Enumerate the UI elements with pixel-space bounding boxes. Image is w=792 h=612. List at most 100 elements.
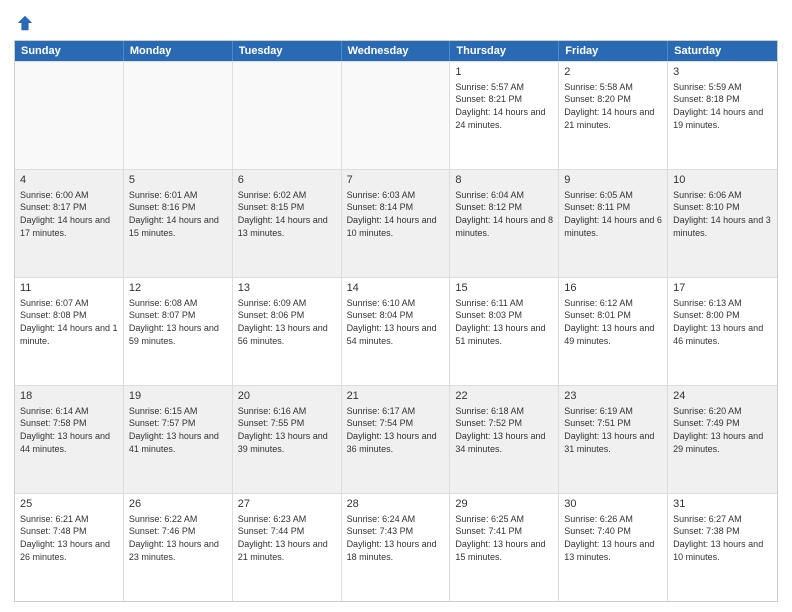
calendar-cell: 28Sunrise: 6:24 AM Sunset: 7:43 PM Dayli…	[342, 494, 451, 601]
calendar-cell-empty	[124, 62, 233, 169]
day-info: Sunrise: 5:57 AM Sunset: 8:21 PM Dayligh…	[455, 81, 553, 131]
calendar-cell: 15Sunrise: 6:11 AM Sunset: 8:03 PM Dayli…	[450, 278, 559, 385]
calendar-row: 18Sunrise: 6:14 AM Sunset: 7:58 PM Dayli…	[15, 385, 777, 493]
day-info: Sunrise: 6:26 AM Sunset: 7:40 PM Dayligh…	[564, 513, 662, 563]
day-info: Sunrise: 6:11 AM Sunset: 8:03 PM Dayligh…	[455, 297, 553, 347]
calendar-cell: 8Sunrise: 6:04 AM Sunset: 8:12 PM Daylig…	[450, 170, 559, 277]
day-number: 28	[347, 497, 445, 512]
calendar-cell-empty	[342, 62, 451, 169]
day-info: Sunrise: 6:22 AM Sunset: 7:46 PM Dayligh…	[129, 513, 227, 563]
day-number: 20	[238, 389, 336, 404]
calendar-cell: 31Sunrise: 6:27 AM Sunset: 7:38 PM Dayli…	[668, 494, 777, 601]
day-info: Sunrise: 6:12 AM Sunset: 8:01 PM Dayligh…	[564, 297, 662, 347]
day-info: Sunrise: 6:09 AM Sunset: 8:06 PM Dayligh…	[238, 297, 336, 347]
calendar-row: 1Sunrise: 5:57 AM Sunset: 8:21 PM Daylig…	[15, 61, 777, 169]
calendar-cell: 19Sunrise: 6:15 AM Sunset: 7:57 PM Dayli…	[124, 386, 233, 493]
day-number: 23	[564, 389, 662, 404]
calendar-cell: 29Sunrise: 6:25 AM Sunset: 7:41 PM Dayli…	[450, 494, 559, 601]
day-info: Sunrise: 6:06 AM Sunset: 8:10 PM Dayligh…	[673, 189, 772, 239]
day-info: Sunrise: 6:05 AM Sunset: 8:11 PM Dayligh…	[564, 189, 662, 239]
calendar-cell: 9Sunrise: 6:05 AM Sunset: 8:11 PM Daylig…	[559, 170, 668, 277]
day-number: 27	[238, 497, 336, 512]
calendar-cell: 1Sunrise: 5:57 AM Sunset: 8:21 PM Daylig…	[450, 62, 559, 169]
day-number: 14	[347, 281, 445, 296]
calendar-cell: 13Sunrise: 6:09 AM Sunset: 8:06 PM Dayli…	[233, 278, 342, 385]
day-info: Sunrise: 6:08 AM Sunset: 8:07 PM Dayligh…	[129, 297, 227, 347]
day-number: 9	[564, 173, 662, 188]
calendar-cell: 18Sunrise: 6:14 AM Sunset: 7:58 PM Dayli…	[15, 386, 124, 493]
calendar-cell: 24Sunrise: 6:20 AM Sunset: 7:49 PM Dayli…	[668, 386, 777, 493]
calendar-row: 11Sunrise: 6:07 AM Sunset: 8:08 PM Dayli…	[15, 277, 777, 385]
logo	[14, 10, 34, 32]
calendar-header-cell: Tuesday	[233, 41, 342, 61]
logo-text	[14, 14, 34, 32]
day-number: 26	[129, 497, 227, 512]
day-number: 25	[20, 497, 118, 512]
day-info: Sunrise: 6:19 AM Sunset: 7:51 PM Dayligh…	[564, 405, 662, 455]
day-info: Sunrise: 5:59 AM Sunset: 8:18 PM Dayligh…	[673, 81, 772, 131]
day-number: 30	[564, 497, 662, 512]
day-number: 2	[564, 65, 662, 80]
calendar-cell: 22Sunrise: 6:18 AM Sunset: 7:52 PM Dayli…	[450, 386, 559, 493]
day-info: Sunrise: 6:03 AM Sunset: 8:14 PM Dayligh…	[347, 189, 445, 239]
day-number: 7	[347, 173, 445, 188]
calendar-cell: 2Sunrise: 5:58 AM Sunset: 8:20 PM Daylig…	[559, 62, 668, 169]
calendar-cell: 26Sunrise: 6:22 AM Sunset: 7:46 PM Dayli…	[124, 494, 233, 601]
calendar-header-cell: Sunday	[15, 41, 124, 61]
day-number: 22	[455, 389, 553, 404]
calendar-cell: 6Sunrise: 6:02 AM Sunset: 8:15 PM Daylig…	[233, 170, 342, 277]
calendar-cell: 20Sunrise: 6:16 AM Sunset: 7:55 PM Dayli…	[233, 386, 342, 493]
day-info: Sunrise: 6:00 AM Sunset: 8:17 PM Dayligh…	[20, 189, 118, 239]
day-number: 3	[673, 65, 772, 80]
day-number: 6	[238, 173, 336, 188]
day-number: 29	[455, 497, 553, 512]
day-number: 15	[455, 281, 553, 296]
calendar: SundayMondayTuesdayWednesdayThursdayFrid…	[14, 40, 778, 602]
calendar-header: SundayMondayTuesdayWednesdayThursdayFrid…	[15, 41, 777, 61]
calendar-row: 25Sunrise: 6:21 AM Sunset: 7:48 PM Dayli…	[15, 493, 777, 601]
calendar-cell: 30Sunrise: 6:26 AM Sunset: 7:40 PM Dayli…	[559, 494, 668, 601]
calendar-cell: 25Sunrise: 6:21 AM Sunset: 7:48 PM Dayli…	[15, 494, 124, 601]
calendar-header-cell: Wednesday	[342, 41, 451, 61]
day-info: Sunrise: 6:02 AM Sunset: 8:15 PM Dayligh…	[238, 189, 336, 239]
calendar-cell: 23Sunrise: 6:19 AM Sunset: 7:51 PM Dayli…	[559, 386, 668, 493]
day-number: 31	[673, 497, 772, 512]
day-info: Sunrise: 6:14 AM Sunset: 7:58 PM Dayligh…	[20, 405, 118, 455]
calendar-cell: 5Sunrise: 6:01 AM Sunset: 8:16 PM Daylig…	[124, 170, 233, 277]
calendar-header-cell: Monday	[124, 41, 233, 61]
calendar-header-cell: Saturday	[668, 41, 777, 61]
calendar-cell: 10Sunrise: 6:06 AM Sunset: 8:10 PM Dayli…	[668, 170, 777, 277]
day-number: 10	[673, 173, 772, 188]
calendar-cell: 7Sunrise: 6:03 AM Sunset: 8:14 PM Daylig…	[342, 170, 451, 277]
calendar-header-cell: Friday	[559, 41, 668, 61]
calendar-cell: 11Sunrise: 6:07 AM Sunset: 8:08 PM Dayli…	[15, 278, 124, 385]
day-info: Sunrise: 6:17 AM Sunset: 7:54 PM Dayligh…	[347, 405, 445, 455]
logo-icon	[16, 14, 34, 32]
day-number: 18	[20, 389, 118, 404]
calendar-cell: 16Sunrise: 6:12 AM Sunset: 8:01 PM Dayli…	[559, 278, 668, 385]
day-info: Sunrise: 6:04 AM Sunset: 8:12 PM Dayligh…	[455, 189, 553, 239]
day-info: Sunrise: 6:10 AM Sunset: 8:04 PM Dayligh…	[347, 297, 445, 347]
day-number: 12	[129, 281, 227, 296]
day-info: Sunrise: 6:13 AM Sunset: 8:00 PM Dayligh…	[673, 297, 772, 347]
day-info: Sunrise: 6:01 AM Sunset: 8:16 PM Dayligh…	[129, 189, 227, 239]
calendar-cell: 27Sunrise: 6:23 AM Sunset: 7:44 PM Dayli…	[233, 494, 342, 601]
day-number: 1	[455, 65, 553, 80]
calendar-cell: 4Sunrise: 6:00 AM Sunset: 8:17 PM Daylig…	[15, 170, 124, 277]
day-info: Sunrise: 6:24 AM Sunset: 7:43 PM Dayligh…	[347, 513, 445, 563]
day-info: Sunrise: 6:18 AM Sunset: 7:52 PM Dayligh…	[455, 405, 553, 455]
calendar-cell: 14Sunrise: 6:10 AM Sunset: 8:04 PM Dayli…	[342, 278, 451, 385]
day-number: 16	[564, 281, 662, 296]
day-number: 11	[20, 281, 118, 296]
page: SundayMondayTuesdayWednesdayThursdayFrid…	[0, 0, 792, 612]
calendar-cell-empty	[233, 62, 342, 169]
day-info: Sunrise: 6:23 AM Sunset: 7:44 PM Dayligh…	[238, 513, 336, 563]
day-info: Sunrise: 6:07 AM Sunset: 8:08 PM Dayligh…	[20, 297, 118, 347]
calendar-cell: 17Sunrise: 6:13 AM Sunset: 8:00 PM Dayli…	[668, 278, 777, 385]
calendar-cell: 3Sunrise: 5:59 AM Sunset: 8:18 PM Daylig…	[668, 62, 777, 169]
calendar-header-cell: Thursday	[450, 41, 559, 61]
day-number: 4	[20, 173, 118, 188]
day-number: 24	[673, 389, 772, 404]
day-number: 8	[455, 173, 553, 188]
calendar-row: 4Sunrise: 6:00 AM Sunset: 8:17 PM Daylig…	[15, 169, 777, 277]
